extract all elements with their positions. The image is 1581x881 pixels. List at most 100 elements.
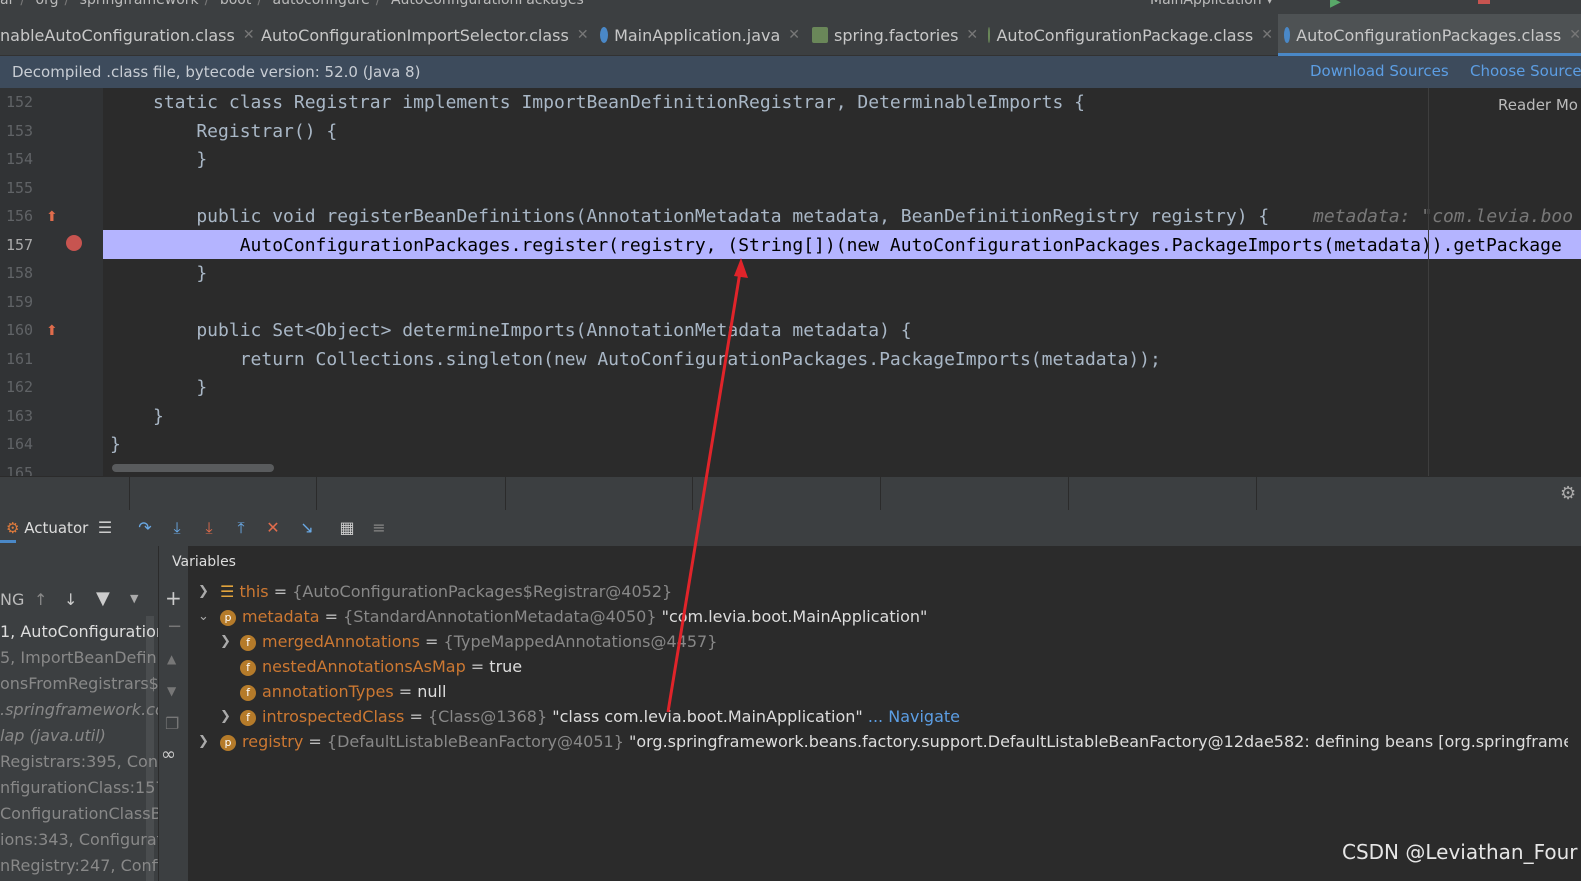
arrow-up-icon[interactable]: ↑ [34, 590, 47, 609]
variable-row[interactable]: ❯ p registry = {DefaultListableBeanFactor… [198, 732, 1568, 751]
code-line-162[interactable]: } [153, 377, 207, 398]
breadcrumb-item[interactable]: AutoConfigurationPackages [391, 0, 584, 8]
code-line-153[interactable]: Registrar() { [153, 121, 337, 142]
chevron-down-icon[interactable]: ⌄ [198, 609, 209, 624]
code-line-164[interactable]: } [110, 434, 121, 455]
navigation-bar: ar / org / springframework / boot / autoconf… [0, 0, 1581, 14]
add-watch-icon[interactable]: + [165, 586, 182, 610]
drop-frame-icon[interactable]: ✕ [264, 519, 282, 537]
tab-main-application[interactable]: MainApplication.java ✕ [600, 14, 800, 56]
actuator-tab[interactable]: ⚙ Actuator [6, 519, 88, 537]
frame-item[interactable]: lap (java.util) [0, 726, 106, 745]
line-number: 157 [6, 236, 34, 254]
navigate-link[interactable]: ... Navigate [868, 707, 960, 726]
frame-item[interactable]: .springframework.co [0, 700, 165, 719]
override-icon[interactable]: ⬆ [46, 209, 58, 225]
close-icon[interactable]: ✕ [788, 27, 800, 43]
close-icon[interactable]: ✕ [577, 27, 589, 43]
move-up-icon[interactable]: ▲ [167, 652, 176, 666]
variable-type: {Class@1368} [427, 707, 548, 726]
thread-filter[interactable]: NG [0, 590, 24, 609]
variable-value: true [489, 657, 523, 676]
chevron-right-icon[interactable]: ❯ [220, 634, 231, 649]
code-line-152[interactable]: static class Registrar implements Import… [153, 92, 1085, 113]
close-icon[interactable]: ✕ [1569, 27, 1581, 43]
field-icon: f [240, 684, 256, 701]
frame-item[interactable]: ions:343, Configuratio [0, 830, 177, 849]
menu-icon[interactable]: ☰ [96, 519, 114, 537]
code-line-154[interactable]: } [153, 149, 207, 170]
variable-type: {TypeMappedAnnotations@4457} [443, 632, 718, 651]
chevron-right-icon[interactable]: ❯ [198, 584, 209, 599]
variable-row[interactable]: f nestedAnnotationsAsMap = true [240, 657, 522, 676]
infinity-icon[interactable]: ∞ [161, 744, 176, 765]
code-line-163[interactable]: } [153, 406, 164, 427]
tab-autoconfiguration-import-selector[interactable]: AutoConfigurationImportSelector.class ✕ [255, 14, 589, 56]
annotation-icon [988, 27, 991, 43]
breadcrumb-item[interactable]: org [36, 0, 59, 8]
force-step-into-icon[interactable]: ⤓ [200, 519, 218, 537]
frame-item[interactable]: 5, ImportBeanDefinitio [0, 648, 182, 667]
active-tab-indicator [0, 540, 16, 543]
step-into-icon[interactable]: ⤓ [168, 519, 186, 537]
frame-item[interactable]: nRegistry:247, Config [0, 856, 172, 875]
breadcrumb-item[interactable]: autoconfigure [273, 0, 370, 8]
reader-mode-toggle[interactable]: Reader Mo [1498, 96, 1578, 114]
close-icon[interactable]: ✕ [966, 27, 978, 43]
tab-enable-autoconfiguration[interactable]: nableAutoConfiguration.class ✕ [0, 14, 255, 56]
tab-spring-factories[interactable]: spring.factories ✕ [812, 14, 982, 56]
step-out-icon[interactable]: ⤒ [232, 519, 250, 537]
variable-value: "class com.levia.boot.MainApplication" [552, 707, 863, 726]
tab-label: AutoConfigurationPackages.class [1296, 25, 1562, 45]
code-line-158[interactable]: } [153, 263, 207, 284]
line-number: 161 [6, 350, 34, 368]
close-icon[interactable]: ✕ [243, 27, 255, 43]
frame-item[interactable]: ConfigurationClassBea [0, 804, 181, 823]
tab-label: nableAutoConfiguration.class [0, 25, 235, 45]
filter-icon[interactable]: ▼ [96, 588, 110, 609]
breadcrumb-item[interactable]: boot [220, 0, 252, 8]
stop-icon[interactable] [1478, 0, 1490, 4]
frame-item[interactable]: 1, AutoConfiguration [0, 622, 166, 641]
move-down-icon[interactable]: ▼ [167, 684, 176, 698]
override-icon[interactable]: ⬆ [46, 323, 58, 339]
step-over-icon[interactable]: ↷ [136, 519, 154, 537]
breadcrumb-item[interactable]: springframework [80, 0, 199, 8]
breadcrumb: ar / org / springframework / boot / autoconf… [0, 0, 590, 8]
arrow-down-icon[interactable]: ↓ [64, 590, 77, 609]
actuator-label: Actuator [24, 519, 89, 537]
frame-item[interactable]: Registrars:395, Config [0, 752, 178, 771]
choose-sources-link[interactable]: Choose Source [1470, 62, 1581, 80]
code-line-156[interactable]: public void registerBeanDefinitions(Anno… [153, 206, 1269, 227]
horizontal-scrollbar[interactable] [112, 464, 274, 472]
breadcrumb-item[interactable]: ar [0, 0, 14, 8]
trace-icon[interactable]: ≡ [370, 519, 388, 537]
frame-item[interactable]: nfigurationClass:157, [0, 778, 171, 797]
chevron-right-icon[interactable]: ❯ [220, 709, 231, 724]
evaluate-expression-icon[interactable]: ▦ [338, 519, 356, 537]
tab-autoconfiguration-packages[interactable]: AutoConfigurationPackages.class ✕ [1278, 14, 1581, 56]
code-line-157[interactable]: AutoConfigurationPackages.register(regis… [153, 235, 1562, 256]
variable-row[interactable]: f annotationTypes = null [240, 682, 446, 701]
variable-row[interactable]: ❯ f mergedAnnotations = {TypeMappedAnnota… [220, 632, 717, 651]
variable-row[interactable]: ⌄ p metadata = {StandardAnnotationMetadat… [198, 607, 927, 626]
variable-row[interactable]: ❯ ☰ this = {AutoConfigurationPackages$Re… [198, 582, 672, 601]
chevron-right-icon[interactable]: ❯ [198, 734, 209, 749]
line-number: 159 [6, 293, 34, 311]
code-editor[interactable]: 152 153 154 155 156 157 158 159 160 161 … [0, 88, 1581, 476]
frame-item[interactable]: onsFromRegistrars$1: [0, 674, 174, 693]
code-line-161[interactable]: return Collections.singleton(new AutoCon… [153, 349, 1161, 370]
copy-icon[interactable]: ❐ [165, 714, 179, 733]
remove-watch-icon[interactable]: − [167, 616, 182, 637]
run-config-select[interactable]: MainApplication ▾ [1150, 0, 1273, 8]
code-line-160[interactable]: public Set<Object> determineImports(Anno… [153, 320, 911, 341]
gear-icon[interactable]: ⚙ [1560, 483, 1576, 504]
close-icon[interactable]: ✕ [1261, 27, 1273, 43]
run-icon[interactable]: ▶ [1330, 0, 1341, 10]
variable-row[interactable]: ❯ f introspectedClass = {Class@1368} "cla… [220, 707, 960, 726]
breakpoint-icon[interactable] [66, 235, 82, 251]
run-to-cursor-icon[interactable]: ↘ [298, 519, 316, 537]
tab-autoconfiguration-package[interactable]: AutoConfigurationPackage.class ✕ [988, 14, 1273, 56]
download-sources-link[interactable]: Download Sources [1310, 62, 1449, 80]
chevron-down-icon[interactable]: ▼ [130, 592, 138, 605]
